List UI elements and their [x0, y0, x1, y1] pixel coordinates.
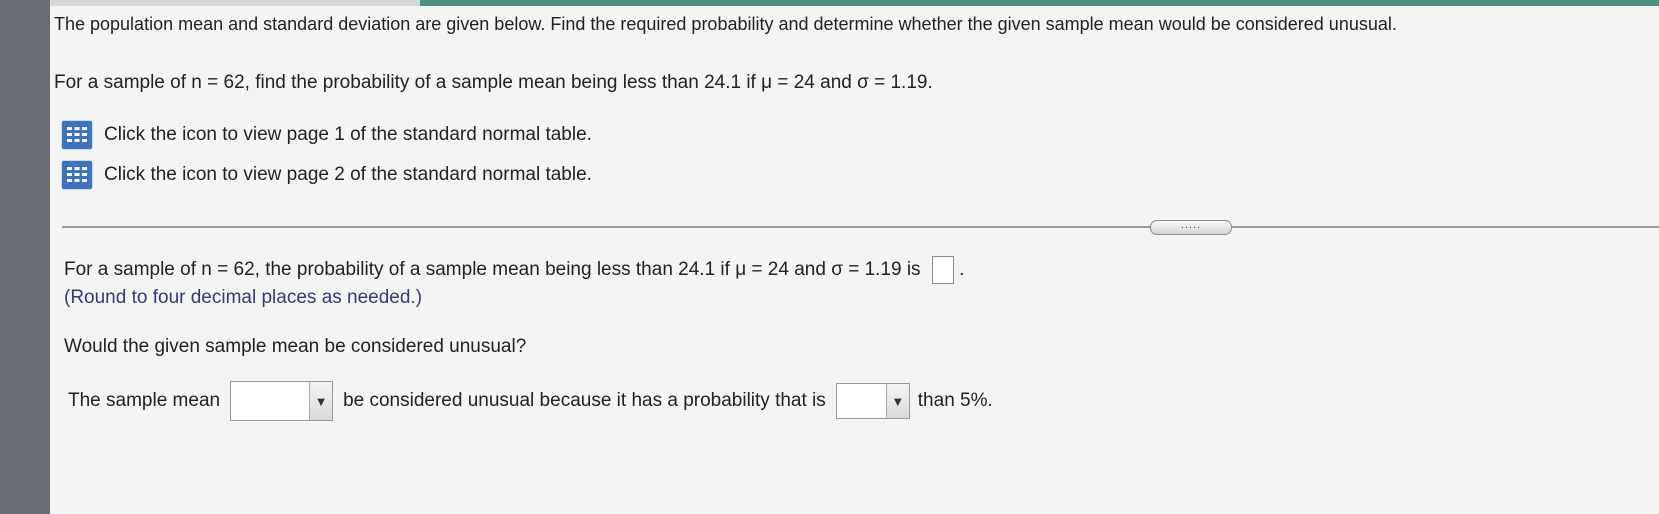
would-would-not-dropdown[interactable]: ▼ — [230, 381, 334, 421]
table-grid-icon[interactable] — [62, 161, 92, 189]
conclusion-part1: The sample mean — [68, 390, 221, 411]
greater-less-dropdown[interactable]: ▼ — [835, 383, 910, 419]
table-link-1[interactable]: Click the icon to view page 1 of the sta… — [62, 121, 592, 149]
conclusion-part2: be considered unusual because it has a p… — [343, 390, 826, 411]
left-edge — [0, 0, 50, 514]
unusual-question: Would the given sample mean be considere… — [64, 336, 527, 357]
answer-suffix: . — [959, 259, 965, 281]
dropdown-arrow-icon[interactable]: ▼ — [885, 384, 909, 418]
rounding-note: (Round to four decimal places as needed.… — [64, 287, 423, 308]
question-text: For a sample of n = 62, find the probabi… — [54, 72, 933, 93]
answer-prompt: For a sample of n = 62, the probability … — [64, 259, 921, 281]
dropdown-arrow-icon[interactable]: ▼ — [309, 382, 333, 420]
probability-answer-input[interactable] — [931, 256, 954, 284]
instruction-text: The population mean and standard deviati… — [54, 14, 1397, 34]
table-link-1-label[interactable]: Click the icon to view page 1 of the sta… — [104, 124, 592, 146]
section-divider — [62, 226, 1659, 228]
question-panel: The population mean and standard deviati… — [50, 6, 1659, 514]
table-link-2-label[interactable]: Click the icon to view page 2 of the sta… — [104, 164, 592, 186]
divider-handle[interactable]: ..... — [1150, 220, 1232, 235]
table-grid-icon[interactable] — [62, 121, 92, 149]
answer-line: For a sample of n = 62, the probability … — [64, 256, 964, 284]
conclusion-part3: than 5%. — [917, 390, 993, 411]
table-link-2[interactable]: Click the icon to view page 2 of the sta… — [62, 161, 592, 189]
conclusion-row: The sample mean ▼ be considered unusual … — [68, 381, 993, 421]
